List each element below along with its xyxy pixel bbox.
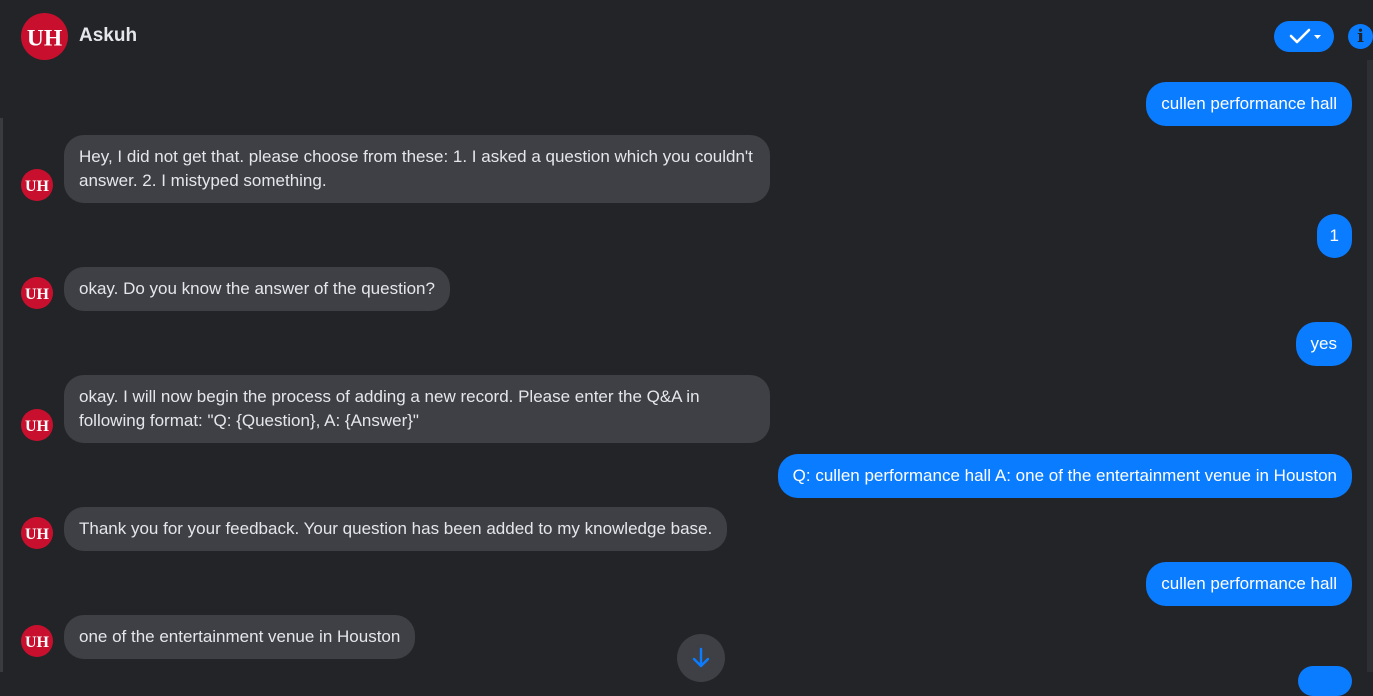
user-message-partial xyxy=(1298,666,1352,696)
bot-message: one of the entertainment venue in Housto… xyxy=(64,615,416,659)
bot-avatar: UH xyxy=(21,409,53,441)
user-message: cullen performance hall xyxy=(1146,82,1352,126)
uh-logo-icon[interactable]: UH xyxy=(21,13,68,60)
scrollbar[interactable] xyxy=(1367,60,1373,672)
bot-message: Thank you for your feedback. Your questi… xyxy=(64,507,728,551)
page-title: Askuh xyxy=(79,25,138,46)
svg-text:UH: UH xyxy=(25,526,50,543)
user-message: Q: cullen performance hall A: one of the… xyxy=(777,454,1352,498)
scroll-to-bottom-button[interactable] xyxy=(677,634,725,682)
window-edge xyxy=(0,118,3,672)
bot-avatar: UH xyxy=(21,625,53,657)
bot-avatar: UH xyxy=(21,517,53,549)
svg-text:UH: UH xyxy=(27,25,62,51)
bot-message: Hey, I did not get that. please choose f… xyxy=(64,135,770,203)
svg-text:UH: UH xyxy=(25,418,50,435)
check-chevron-icon xyxy=(1289,28,1321,44)
arrow-down-icon xyxy=(692,647,710,668)
bot-avatar: UH xyxy=(21,277,53,309)
status-menu-button[interactable] xyxy=(1274,21,1334,52)
svg-text:UH: UH xyxy=(25,286,50,303)
bot-message: okay. I will now begin the process of ad… xyxy=(64,375,770,443)
bot-message: okay. Do you know the answer of the ques… xyxy=(64,267,450,311)
bot-avatar: UH xyxy=(21,169,53,201)
user-message: cullen performance hall xyxy=(1146,562,1352,606)
svg-text:UH: UH xyxy=(25,634,50,651)
svg-text:UH: UH xyxy=(25,178,50,195)
user-message: 1 xyxy=(1316,214,1352,258)
info-icon[interactable]: i xyxy=(1348,24,1373,49)
user-message: yes xyxy=(1295,322,1352,366)
chat-header: UH Askuh i xyxy=(0,0,1373,72)
